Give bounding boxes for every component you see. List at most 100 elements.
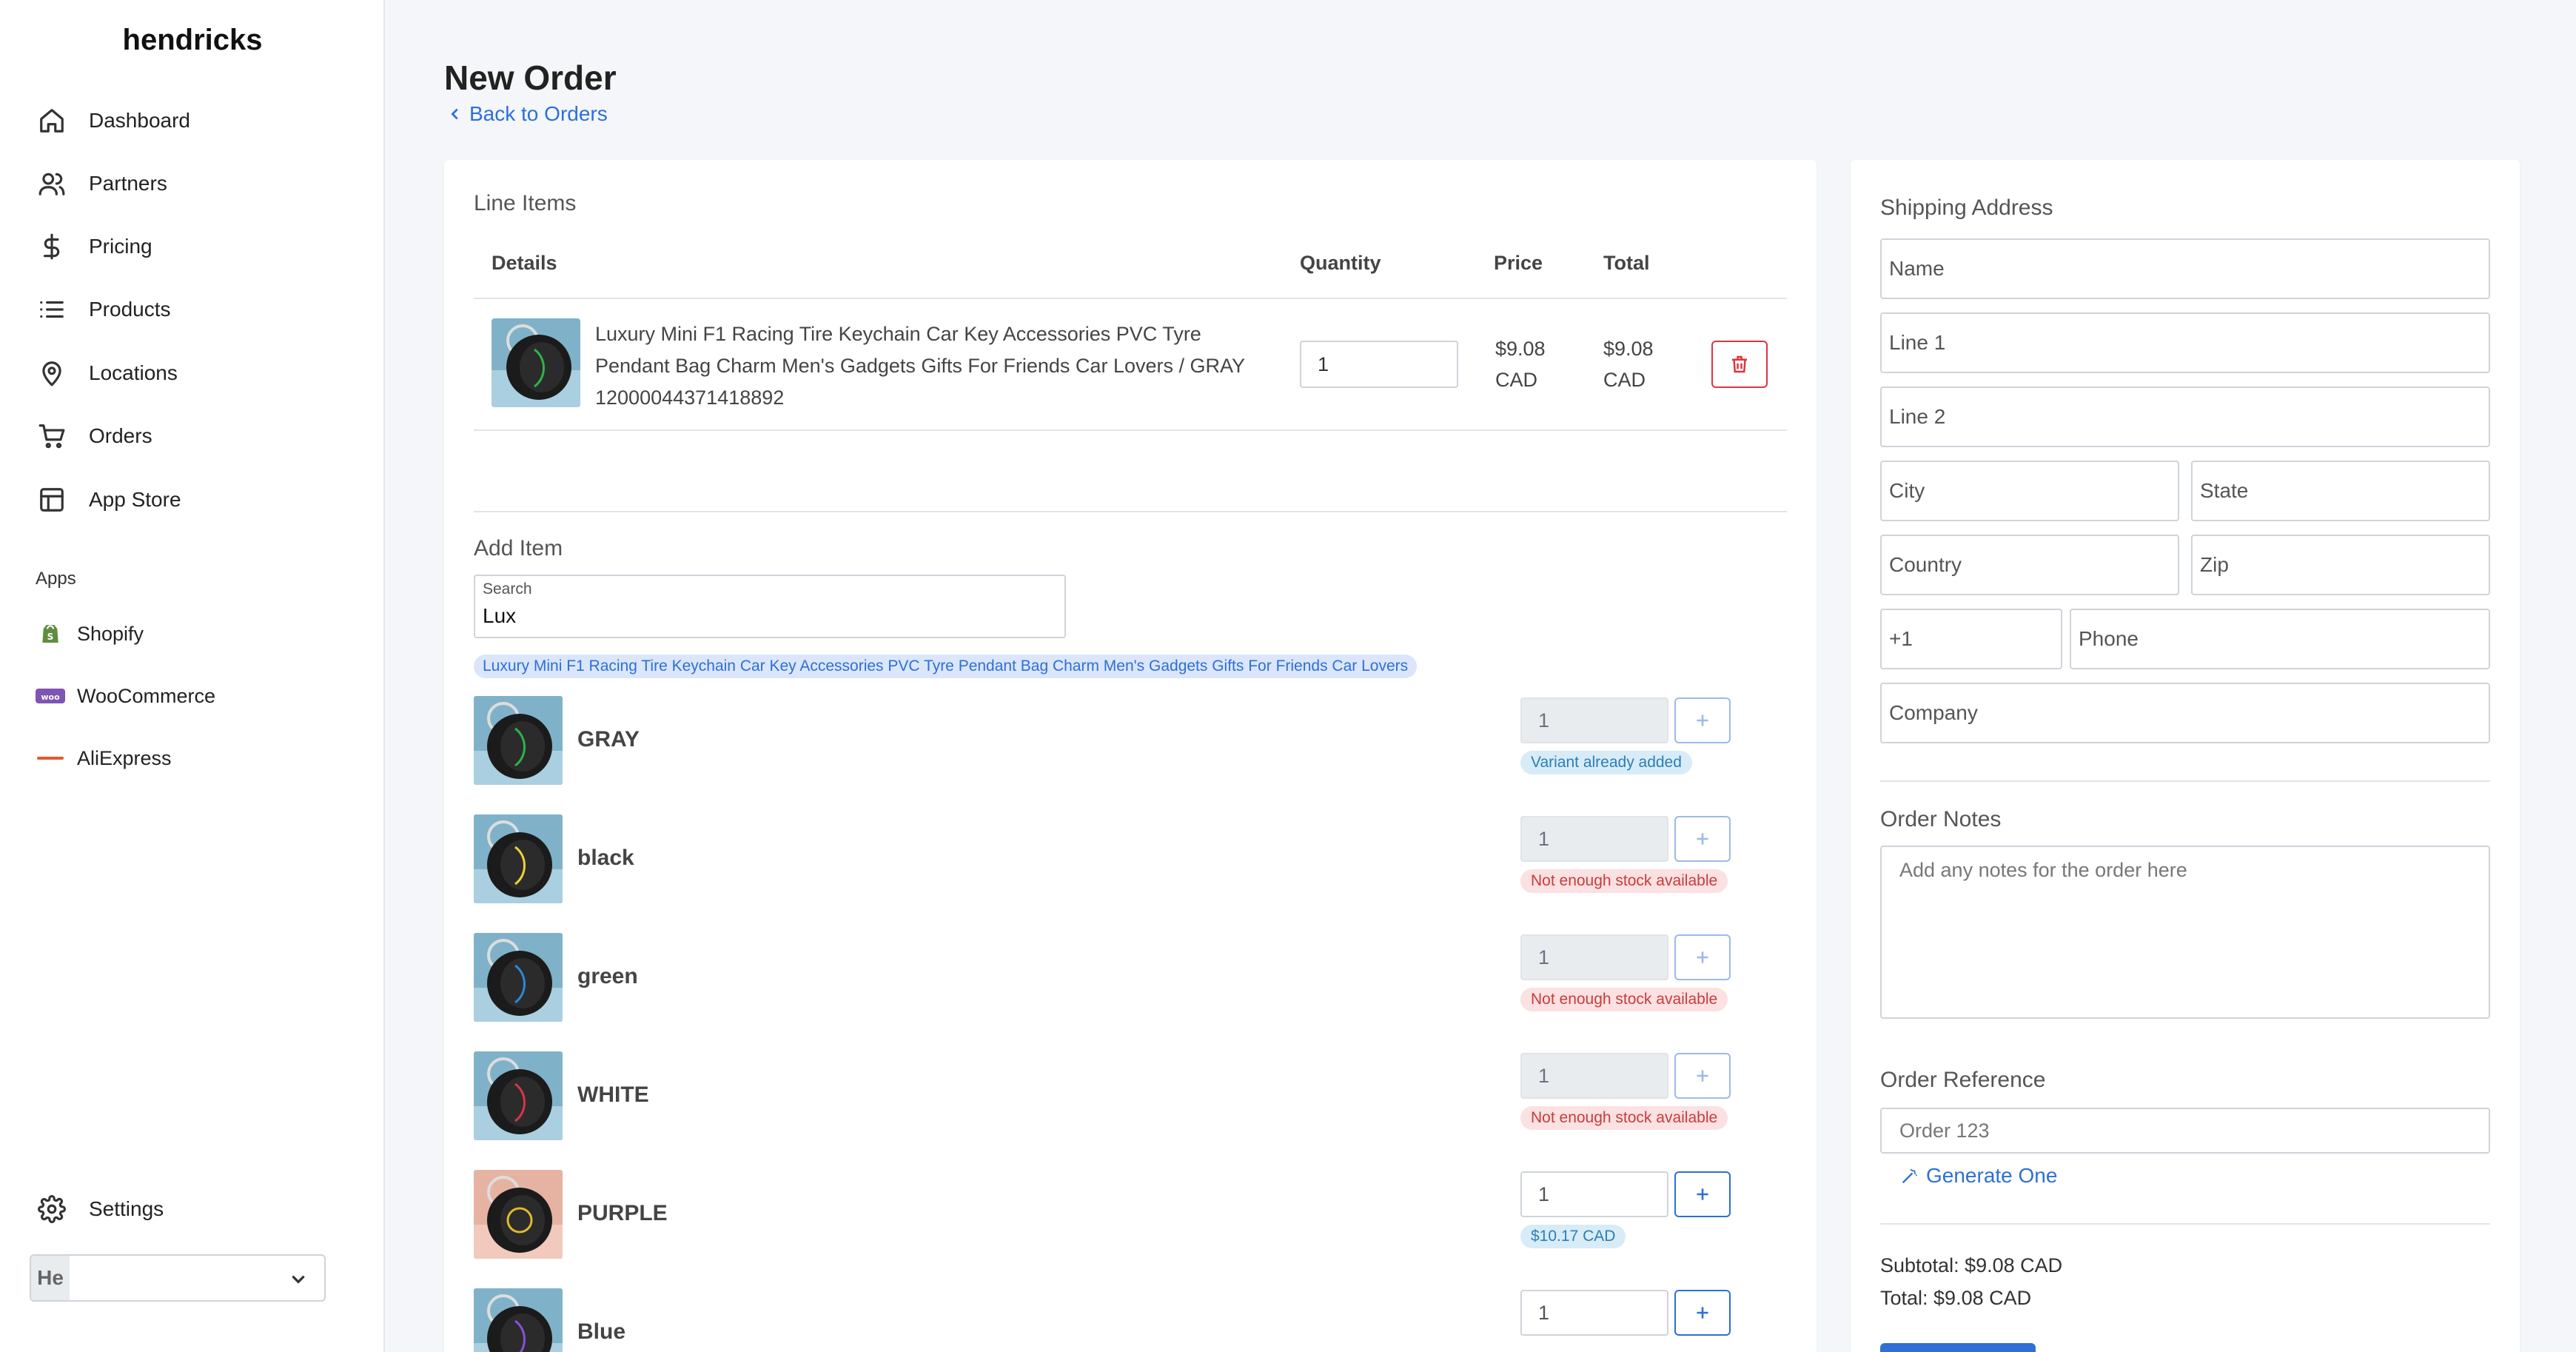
map-pin-icon (36, 357, 68, 389)
variant-name: green (577, 964, 638, 988)
variant-quantity-input: 1 (1520, 816, 1668, 862)
delete-line-item-button[interactable] (1711, 341, 1768, 388)
phone-dial-code-field[interactable]: +1 (1880, 609, 2062, 669)
create-order-button[interactable] (1880, 1343, 2036, 1352)
chevron-left-icon (451, 108, 458, 120)
column-header-details: Details (492, 252, 557, 274)
app-item-label: WooCommerce (77, 684, 216, 707)
list-icon (36, 293, 68, 326)
add-variant-button[interactable] (1674, 1053, 1731, 1099)
add-variant-button[interactable] (1674, 934, 1731, 980)
line-items-title: Line Items (474, 191, 577, 215)
line-item-quantity-input[interactable]: 1 (1300, 341, 1458, 388)
summary-divider (1880, 1223, 2490, 1225)
variant-row: PURPLE 1 $10.17 CAD (474, 1170, 1791, 1262)
shipping-country-field[interactable]: Country (1880, 535, 2179, 595)
shipping-zip-field[interactable]: Zip (2191, 535, 2490, 595)
variant-thumbnail (474, 814, 563, 903)
total-currency: CAD (1603, 369, 1646, 391)
nav-item-products[interactable]: Products (36, 284, 354, 335)
nav-item-partners[interactable]: Partners (36, 158, 354, 210)
dollar-icon (36, 230, 68, 263)
aliexpress-icon (36, 743, 65, 773)
nav-item-orders[interactable]: Orders (36, 410, 354, 462)
app-item-aliexpress[interactable]: AliExpress (36, 736, 354, 780)
users-icon (36, 167, 68, 200)
variant-name: PURPLE (577, 1201, 668, 1225)
variant-quantity-input[interactable]: 1 (1520, 1290, 1668, 1336)
shipping-company-field[interactable]: Company (1880, 683, 2490, 743)
line-item-sku: 12000044371418892 (595, 386, 785, 409)
generate-reference-label: Generate One (1926, 1164, 2058, 1187)
table-header-divider (474, 298, 1787, 299)
total-amount: $9.08 (1603, 338, 1654, 360)
account-selector[interactable]: He (30, 1254, 326, 1302)
back-to-orders-link[interactable]: Back to Orders (447, 102, 608, 126)
add-variant-button[interactable] (1674, 697, 1731, 743)
magic-wand-icon (1902, 1168, 1918, 1184)
shipping-line1-field[interactable]: Line 1 (1880, 312, 2490, 373)
back-link-label: Back to Orders (469, 102, 608, 125)
variant-thumbnail (474, 1288, 563, 1352)
column-header-quantity: Quantity (1300, 252, 1381, 274)
variant-thumbnail (474, 933, 563, 1022)
variant-name: GRAY (577, 727, 640, 752)
app-item-label: AliExpress (77, 746, 172, 769)
add-variant-button[interactable] (1674, 1171, 1731, 1217)
nav-item-label: Pricing (89, 235, 152, 258)
variant-row: WHITE 1 Not enough stock available (474, 1051, 1791, 1143)
variant-thumbnail (474, 1051, 563, 1140)
shipping-name-field[interactable]: Name (1880, 238, 2490, 299)
search-label: Search (483, 580, 532, 598)
nav-item-label: Products (89, 298, 171, 321)
shipping-state-field[interactable]: State (2191, 461, 2490, 521)
generate-reference-link[interactable]: Generate One (1899, 1164, 2057, 1188)
product-result-pill[interactable]: Luxury Mini F1 Racing Tire Keychain Car … (474, 655, 1418, 678)
sidebar: hendricks Dashboard Partners Pricing Pro… (0, 0, 385, 1352)
shipping-line2-field[interactable]: Line 2 (1880, 386, 2490, 447)
account-initials: He (31, 1256, 70, 1300)
nav-item-app-store[interactable]: App Store (36, 474, 354, 526)
brand-logo[interactable]: hendricks (0, 24, 385, 57)
chevron-down-icon (289, 1269, 308, 1288)
app-item-woocommerce[interactable]: woo WooCommerce (36, 674, 354, 718)
search-value: Lux (483, 604, 517, 627)
plus-icon (1697, 1307, 1708, 1319)
variant-status-badge: Not enough stock available (1520, 1106, 1728, 1130)
add-variant-button[interactable] (1674, 816, 1731, 862)
order-reference-input[interactable]: Order 123 (1880, 1108, 2490, 1154)
nav-item-label: Locations (89, 361, 178, 384)
variant-name: Blue (577, 1319, 626, 1344)
variant-quantity-input: 1 (1520, 1053, 1668, 1099)
app-item-shopify[interactable]: S Shopify (36, 612, 354, 656)
plus-icon (1697, 951, 1708, 963)
svg-text:S: S (47, 632, 54, 642)
shipping-address-title: Shipping Address (1880, 195, 2053, 220)
plus-icon (1697, 833, 1708, 845)
price-amount: $9.08 (1495, 338, 1546, 360)
nav-item-pricing[interactable]: Pricing (36, 221, 354, 272)
variant-quantity-input[interactable]: 1 (1520, 1171, 1668, 1217)
add-variant-button[interactable] (1674, 1290, 1731, 1336)
variant-status-badge: Variant already added (1520, 751, 1692, 774)
nav-item-locations[interactable]: Locations (36, 347, 354, 399)
product-search-input[interactable]: Search Lux (474, 575, 1066, 638)
product-thumbnail (492, 318, 580, 407)
nav-item-dashboard[interactable]: Dashboard (36, 95, 354, 147)
layout-icon (36, 483, 68, 516)
total-text: Total: $9.08 CAD (1880, 1287, 2032, 1309)
variant-name: black (577, 846, 634, 870)
variant-thumbnail (474, 696, 563, 785)
nav-item-settings[interactable]: Settings (36, 1183, 354, 1235)
shipping-city-field[interactable]: City (1880, 461, 2179, 521)
variant-quantity-input: 1 (1520, 934, 1668, 980)
variant-name: WHITE (577, 1082, 649, 1107)
variant-row: green 1 Not enough stock available (474, 933, 1791, 1025)
shipping-phone-field[interactable]: Phone (2070, 609, 2490, 669)
order-notes-textarea[interactable]: Add any notes for the order here (1880, 846, 2490, 1019)
section-divider (474, 511, 1787, 512)
variant-status-badge: Not enough stock available (1520, 869, 1728, 893)
variant-row: black 1 Not enough stock available (474, 814, 1791, 906)
app-item-label: Shopify (77, 622, 144, 645)
page-title: New Order (444, 58, 617, 97)
